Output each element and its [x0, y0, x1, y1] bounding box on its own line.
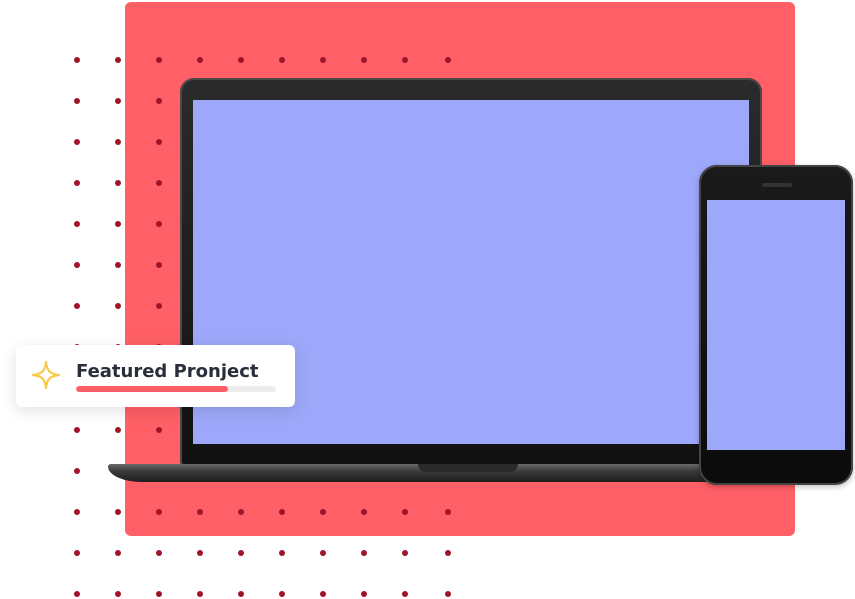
grid-dot: [320, 57, 326, 63]
grid-dot: [402, 550, 408, 556]
grid-dot: [115, 98, 121, 104]
grid-dot: [279, 591, 285, 597]
grid-dot: [156, 303, 162, 309]
grid-dot: [197, 591, 203, 597]
laptop-notch: [418, 464, 518, 472]
grid-dot: [445, 591, 451, 597]
grid-dot: [74, 221, 80, 227]
grid-dot: [74, 303, 80, 309]
grid-dot: [279, 57, 285, 63]
grid-dot: [115, 303, 121, 309]
grid-dot: [445, 57, 451, 63]
grid-dot: [361, 57, 367, 63]
grid-dot: [238, 591, 244, 597]
grid-dot: [74, 98, 80, 104]
badge-progress-fill: [76, 386, 228, 392]
grid-dot: [74, 180, 80, 186]
grid-dot: [197, 57, 203, 63]
grid-dot: [402, 57, 408, 63]
grid-dot: [445, 550, 451, 556]
phone-speaker: [762, 183, 792, 187]
grid-dot: [156, 139, 162, 145]
grid-dot: [402, 591, 408, 597]
grid-dot: [115, 180, 121, 186]
grid-dot: [74, 468, 80, 474]
grid-dot: [402, 509, 408, 515]
grid-dot: [279, 509, 285, 515]
grid-dot: [156, 262, 162, 268]
grid-dot: [115, 427, 121, 433]
grid-dot: [115, 57, 121, 63]
grid-dot: [156, 509, 162, 515]
grid-dot: [115, 221, 121, 227]
grid-dot: [74, 550, 80, 556]
grid-dot: [361, 509, 367, 515]
grid-dot: [156, 550, 162, 556]
grid-dot: [74, 262, 80, 268]
grid-dot: [361, 550, 367, 556]
grid-dot: [156, 427, 162, 433]
grid-dot: [115, 262, 121, 268]
grid-dot: [74, 509, 80, 515]
grid-dot: [238, 509, 244, 515]
grid-dot: [74, 139, 80, 145]
grid-dot: [115, 591, 121, 597]
grid-dot: [320, 550, 326, 556]
grid-dot: [197, 509, 203, 515]
grid-dot: [238, 550, 244, 556]
grid-dot: [361, 591, 367, 597]
grid-dot: [320, 591, 326, 597]
grid-dot: [156, 221, 162, 227]
grid-dot: [74, 427, 80, 433]
grid-dot: [156, 57, 162, 63]
grid-dot: [156, 180, 162, 186]
grid-dot: [238, 57, 244, 63]
grid-dot: [445, 509, 451, 515]
grid-dot: [279, 550, 285, 556]
badge-progress-track: [76, 386, 276, 392]
grid-dot: [156, 98, 162, 104]
grid-dot: [115, 139, 121, 145]
phone-screen: [707, 200, 845, 450]
grid-dot: [156, 591, 162, 597]
badge-title: Featured Pronject: [76, 361, 259, 382]
hero-illustration: Featured Pronject: [0, 0, 855, 599]
grid-dot: [115, 550, 121, 556]
grid-dot: [74, 57, 80, 63]
grid-dot: [320, 509, 326, 515]
grid-dot: [115, 509, 121, 515]
sparkle-icon: [31, 360, 61, 390]
grid-dot: [197, 550, 203, 556]
grid-dot: [74, 591, 80, 597]
